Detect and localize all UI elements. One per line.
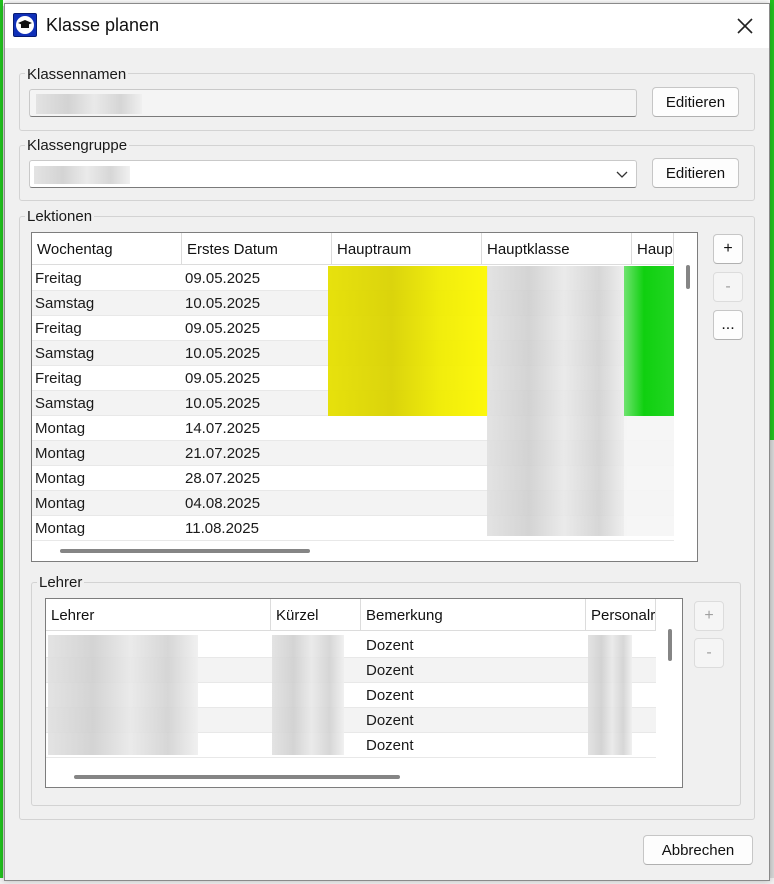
lehrer-table-header: Lehrer Kürzel Bemerkung Personalr — [46, 599, 656, 631]
highlight-hauptraum-yellow — [328, 266, 488, 416]
cell-erstes-datum: 09.05.2025 — [182, 316, 332, 341]
lektionen-horizontal-scrollbar[interactable] — [60, 549, 310, 553]
cell-erstes-datum: 10.05.2025 — [182, 291, 332, 316]
cell-wochentag: Montag — [32, 516, 182, 541]
lektionen-vertical-scrollbar[interactable] — [686, 265, 690, 289]
cancel-button[interactable]: Abbrechen — [643, 835, 753, 865]
lektion-add-button[interactable]: + — [713, 234, 743, 264]
close-icon — [737, 18, 753, 34]
lektionen-table[interactable]: Wochentag Erstes Datum Hauptraum Hauptkl… — [31, 232, 698, 562]
lehrer-horizontal-scrollbar[interactable] — [74, 775, 400, 779]
lektion-remove-button[interactable]: - — [713, 272, 743, 302]
klassengruppe-dropdown[interactable] — [29, 160, 637, 188]
column-header-haup[interactable]: Haup — [632, 233, 674, 265]
highlight-haup-green — [624, 266, 674, 416]
cell-wochentag: Samstag — [32, 341, 182, 366]
column-header-wochentag[interactable]: Wochentag — [32, 233, 182, 265]
column-header-hauptklasse[interactable]: Hauptklasse — [482, 233, 632, 265]
cell-wochentag: Samstag — [32, 391, 182, 416]
cell-wochentag: Montag — [32, 491, 182, 516]
lektionen-label: Lektionen — [25, 208, 95, 225]
background-green-edge-right — [770, 0, 774, 440]
cell-bemerkung: Dozent — [361, 733, 586, 758]
redacted-lehrer-names — [48, 635, 198, 755]
background-green-edge-left — [0, 0, 3, 884]
redacted-class-name — [36, 94, 142, 114]
cell-wochentag: Montag — [32, 466, 182, 491]
cell-bemerkung: Dozent — [361, 658, 586, 683]
lehrer-vertical-scrollbar[interactable] — [668, 629, 672, 661]
column-header-bemerkung[interactable]: Bemerkung — [361, 599, 586, 631]
cell-bemerkung: Dozent — [361, 683, 586, 708]
close-button[interactable] — [729, 10, 761, 42]
cell-bemerkung: Dozent — [361, 633, 586, 658]
klasse-planen-dialog: Klasse planen Klassennamen Editieren Kla… — [4, 3, 770, 881]
cell-erstes-datum: 09.05.2025 — [182, 366, 332, 391]
cell-erstes-datum: 09.05.2025 — [182, 266, 332, 291]
title-bar: Klasse planen — [5, 4, 769, 48]
cell-erstes-datum: 10.05.2025 — [182, 341, 332, 366]
column-header-erstes-datum[interactable]: Erstes Datum — [182, 233, 332, 265]
redacted-kuerzel — [272, 635, 344, 755]
cell-bemerkung: Dozent — [361, 708, 586, 733]
cell-erstes-datum: 04.08.2025 — [182, 491, 332, 516]
cell-erstes-datum: 11.08.2025 — [182, 516, 332, 541]
chevron-down-icon — [616, 167, 628, 184]
lehrer-add-button[interactable]: + — [694, 601, 724, 631]
redacted-hauptklasse — [487, 266, 627, 536]
cell-erstes-datum: 21.07.2025 — [182, 441, 332, 466]
column-header-hauptraum[interactable]: Hauptraum — [332, 233, 482, 265]
window-title: Klasse planen — [46, 15, 160, 35]
klassennamen-edit-button[interactable]: Editieren — [652, 87, 739, 117]
redacted-class-group — [34, 166, 130, 184]
column-header-lehrer[interactable]: Lehrer — [46, 599, 271, 631]
graduation-cap-app-icon — [13, 13, 37, 37]
klassennamen-label: Klassennamen — [25, 66, 129, 83]
cell-wochentag: Freitag — [32, 266, 182, 291]
cell-erstes-datum: 28.07.2025 — [182, 466, 332, 491]
lehrer-remove-button[interactable]: - — [694, 638, 724, 668]
cell-wochentag: Freitag — [32, 316, 182, 341]
lehrer-label: Lehrer — [37, 574, 85, 591]
lektionen-table-header: Wochentag Erstes Datum Hauptraum Hauptkl… — [32, 233, 674, 265]
klassennamen-input[interactable] — [29, 89, 637, 117]
cell-erstes-datum: 10.05.2025 — [182, 391, 332, 416]
cell-wochentag: Samstag — [32, 291, 182, 316]
column-header-kuerzel[interactable]: Kürzel — [271, 599, 361, 631]
cell-wochentag: Freitag — [32, 366, 182, 391]
lektion-more-button[interactable]: ... — [713, 310, 743, 340]
lehrer-table[interactable]: Lehrer Kürzel Bemerkung Personalr Dozent… — [45, 598, 683, 788]
klassengruppe-label: Klassengruppe — [25, 137, 130, 154]
cell-wochentag: Montag — [32, 416, 182, 441]
column-header-personalnummer[interactable]: Personalr — [586, 599, 656, 631]
cell-wochentag: Montag — [32, 441, 182, 466]
klassengruppe-edit-button[interactable]: Editieren — [652, 158, 739, 188]
redacted-haup-lower — [624, 416, 674, 536]
cell-erstes-datum: 14.07.2025 — [182, 416, 332, 441]
redacted-personalnummer — [588, 635, 632, 755]
